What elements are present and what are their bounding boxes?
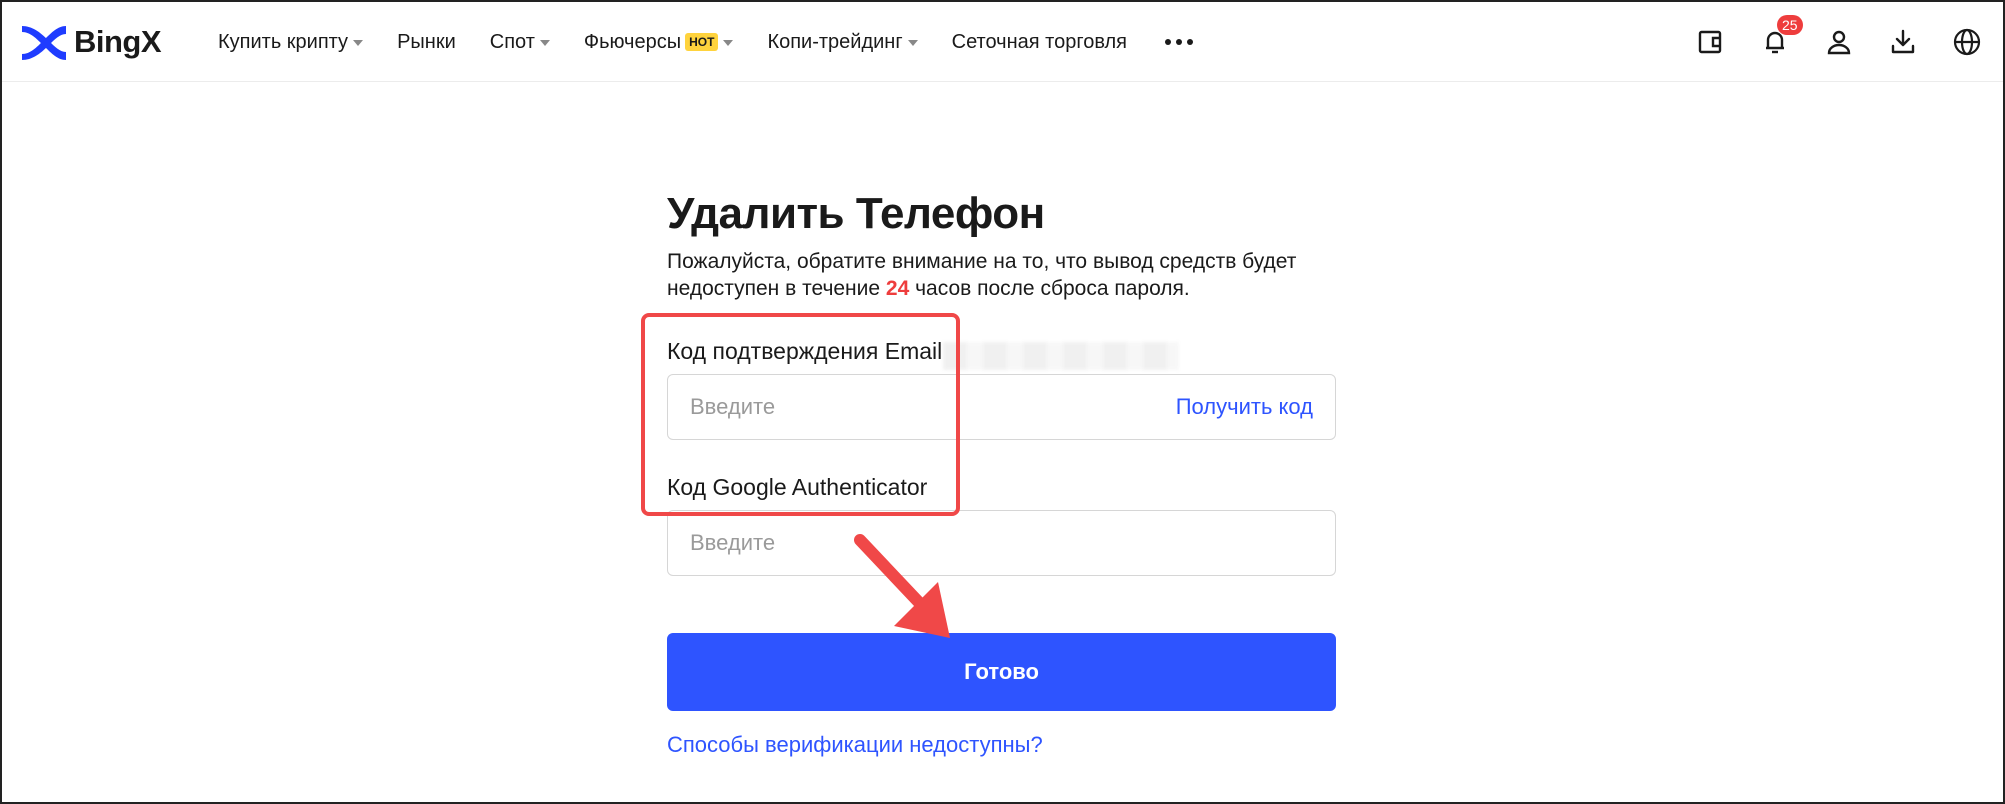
top-header: BingX Купить крипту Рынки Спот Фьючерсы … <box>2 2 2003 82</box>
nav-item-label: Фьючерсы <box>583 30 682 53</box>
page-title: Удалить Телефон <box>667 189 1045 238</box>
more-horizontal-icon[interactable] <box>1161 39 1197 45</box>
header-icons: 25 <box>1667 15 1987 62</box>
nav-item-label: Рынки <box>397 30 456 53</box>
bingx-logo[interactable]: BingX <box>20 22 162 62</box>
main-nav: Купить крипту Рынки Спот Фьючерсы HOT Ко… <box>218 2 1197 82</box>
download-icon[interactable] <box>1883 22 1923 62</box>
remove-phone-form: Удалить Телефон Пожалуйста, обратите вни… <box>667 186 1336 757</box>
get-code-button[interactable]: Получить код <box>1176 394 1313 420</box>
bingx-logo-icon <box>22 26 66 60</box>
notification-count-badge: 25 <box>1777 15 1803 35</box>
nav-item-label: Спот <box>489 30 535 53</box>
notice-hours: 24 <box>885 277 910 300</box>
notice-text-end: часов после сброса пароля. <box>909 277 1190 300</box>
google-auth-placeholder: Введите <box>690 530 776 555</box>
email-code-label: Код подтверждения Email <box>667 338 943 364</box>
nav-item-buy-crypto[interactable]: Купить крипту <box>218 30 364 54</box>
nav-item-grid-trading[interactable]: Сеточная торговля <box>952 31 1127 54</box>
user-icon[interactable] <box>1819 22 1859 62</box>
bell-icon[interactable]: 25 <box>1755 15 1803 62</box>
nav-item-futures[interactable]: Фьючерсы HOT <box>584 31 734 54</box>
google-auth-label: Код Google Authenticator <box>667 474 928 500</box>
blurred-email <box>943 342 1179 370</box>
caret-down-icon <box>907 40 918 46</box>
hot-badge: HOT <box>685 33 719 51</box>
submit-button[interactable]: Готово <box>667 633 1336 711</box>
verification-unavailable-link[interactable]: Способы верификации недоступны? <box>667 732 1043 758</box>
caret-down-icon <box>353 40 364 46</box>
wallet-icon[interactable] <box>1691 22 1731 62</box>
nav-item-copy-trading[interactable]: Копи-трейдинг <box>767 30 918 54</box>
nav-item-label: Купить крипту <box>218 30 349 53</box>
caret-down-icon <box>539 40 550 46</box>
nav-item-label: Сеточная торговля <box>951 30 1127 53</box>
nav-item-label: Копи-трейдинг <box>767 30 903 53</box>
globe-icon[interactable] <box>1947 22 1987 62</box>
google-auth-input[interactable]: Введите <box>667 510 1336 576</box>
caret-down-icon <box>723 40 734 46</box>
withdrawal-notice: Пожалуйста, обратите внимание на то, что… <box>667 248 1336 302</box>
email-code-input[interactable]: Введите Получить код <box>667 374 1336 440</box>
nav-item-markets[interactable]: Рынки <box>397 31 456 54</box>
nav-item-spot[interactable]: Спот <box>490 31 550 54</box>
email-code-placeholder: Введите <box>690 394 776 419</box>
brand-name: BingX <box>74 24 162 59</box>
